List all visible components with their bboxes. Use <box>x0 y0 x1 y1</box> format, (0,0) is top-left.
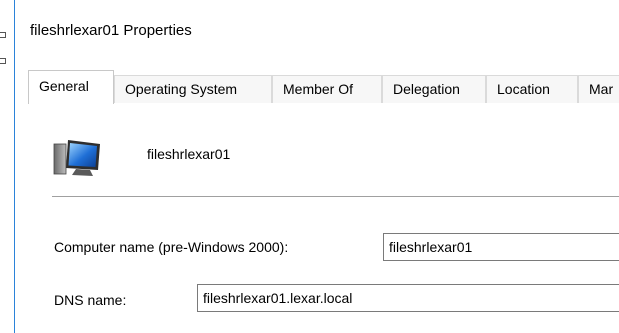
tab-managed-by[interactable]: Mar <box>578 75 619 103</box>
tab-member-of[interactable]: Member Of <box>272 75 382 103</box>
tab-strip: General Operating System Member Of Deleg… <box>28 70 619 104</box>
dialog-title: fileshrlexar01 Properties <box>30 22 192 39</box>
separator-line <box>52 196 619 197</box>
tab-operating-system[interactable]: Operating System <box>114 75 272 103</box>
tab-location[interactable]: Location <box>486 75 578 103</box>
computer-name-header: fileshrlexar01 <box>147 146 231 162</box>
background-window-border <box>14 0 15 333</box>
tab-general[interactable]: General <box>28 70 114 104</box>
dns-name-label: DNS name: <box>54 292 127 308</box>
dns-name-field[interactable]: fileshrlexar01.lexar.local <box>197 284 619 312</box>
background-window-tick <box>0 32 6 38</box>
background-window-edge <box>0 0 15 333</box>
computer-name-label: Computer name (pre-Windows 2000): <box>54 239 289 255</box>
background-window-tick <box>0 58 6 64</box>
computer-icon <box>50 136 106 180</box>
computer-name-field[interactable]: fileshrlexar01 <box>383 233 619 261</box>
tab-delegation[interactable]: Delegation <box>382 75 486 103</box>
